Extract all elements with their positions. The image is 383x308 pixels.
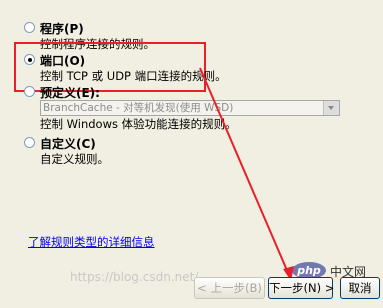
wizard-panel: 程序(P) 控制程序连接的规则。 端口(O) 控制 TCP 或 UDP 端口连接… (0, 0, 383, 308)
back-button[interactable]: < 上一步(B) (194, 277, 265, 299)
annotation-arrow (199, 67, 294, 281)
cancel-button[interactable]: 取消 (340, 277, 380, 299)
next-button[interactable]: 下一步(N) > (268, 277, 334, 299)
